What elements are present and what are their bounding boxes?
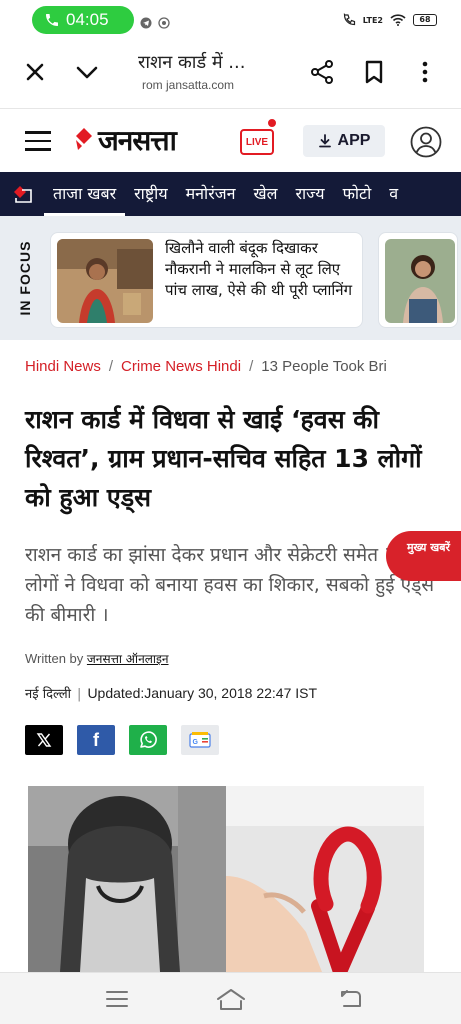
- more-vert-icon[interactable]: [412, 59, 438, 85]
- recent-apps-icon[interactable]: [104, 987, 130, 1011]
- phone-icon: [46, 14, 58, 26]
- in-focus-headline: खिलौने वाली बंदूक दिखाकर नौकरानी ने मालक…: [165, 239, 353, 299]
- article-image[interactable]: [28, 786, 424, 972]
- close-icon[interactable]: [22, 59, 48, 85]
- share-facebook-button[interactable]: f: [77, 725, 115, 755]
- live-button[interactable]: LIVE: [240, 129, 274, 155]
- logo-mark-icon: [76, 128, 92, 150]
- google-news-button[interactable]: G: [181, 725, 219, 755]
- share-row: f G: [25, 725, 219, 755]
- nav-item-photos[interactable]: फोटो: [334, 172, 381, 216]
- x-logo-icon: [36, 733, 52, 747]
- status-bar: 04:05 LTE2 68: [0, 0, 461, 42]
- call-time: 04:05: [66, 10, 109, 29]
- download-icon: [318, 134, 331, 148]
- dateline-separator: |: [77, 687, 82, 702]
- top-news-tab[interactable]: मुख्य खबरें: [386, 531, 461, 581]
- in-focus-section: IN FOCUS खिलौने वाली बंदूक दिखाकर नौकरान…: [0, 216, 461, 340]
- in-focus-thumbnail: [57, 239, 153, 323]
- nav-item-latest[interactable]: ताजा खबर: [44, 172, 126, 216]
- in-focus-card[interactable]: खिलौने वाली बंदूक दिखाकर नौकरानी ने मालक…: [50, 232, 363, 328]
- article-summary: राशन कार्ड का झांसा देकर प्रधान और सेक्र…: [25, 544, 435, 626]
- nav-home[interactable]: [0, 172, 44, 216]
- dateline-updated: Updated:January 30, 2018 22:47 IST: [87, 685, 318, 701]
- nav-item-national[interactable]: राष्ट्रीय: [125, 172, 176, 216]
- browser-url[interactable]: rom jansatta.com: [142, 78, 234, 92]
- in-focus-card-next[interactable]: [378, 232, 458, 328]
- breadcrumb-crime-news[interactable]: Crime News Hindi: [121, 358, 241, 375]
- site-header: जनसत्ता LIVE APP: [0, 108, 461, 172]
- app-label: APP: [337, 132, 371, 149]
- nav-item-sports[interactable]: खेल: [245, 172, 287, 216]
- nav-item-entertainment[interactable]: मनोरंजन: [177, 172, 245, 216]
- chevron-down-icon[interactable]: [74, 59, 100, 85]
- google-news-glyph: G: [193, 739, 199, 746]
- ongoing-call-pill[interactable]: 04:05: [32, 6, 134, 34]
- share-x-button[interactable]: [25, 725, 63, 755]
- live-indicator-dot: [266, 117, 278, 129]
- status-right-group: LTE2 68: [342, 13, 437, 27]
- article-byline: Written by जनसत्ता ऑनलाइन: [25, 650, 169, 667]
- category-nav: ताजा खबर राष्ट्रीय मनोरंजन खेल राज्य फोट…: [0, 172, 461, 216]
- article-dateline: नई दिल्ली | Updated:January 30, 2018 22:47…: [25, 684, 317, 702]
- system-navigation-bar: [0, 972, 461, 1024]
- menu-icon[interactable]: [25, 131, 51, 151]
- article-headline: राशन कार्ड में विधवा से खाई ‘हवस की रिश्…: [25, 405, 422, 512]
- home-icon[interactable]: [216, 987, 246, 1011]
- network-type: LTE2: [362, 15, 383, 25]
- google-news-icon: G: [189, 732, 211, 748]
- breadcrumb-separator: /: [249, 358, 254, 375]
- breadcrumb: Hindi News / Crime News Hindi / 13 People To…: [25, 358, 461, 375]
- battery-indicator: 68: [413, 14, 437, 26]
- telegram-icon: [140, 17, 152, 29]
- whatsapp-icon: [140, 731, 157, 748]
- share-icon[interactable]: [309, 59, 335, 85]
- bookmark-icon[interactable]: [361, 59, 387, 85]
- browser-page-title[interactable]: राशन कार्ड में ...: [138, 50, 245, 74]
- browser-toolbar: राशन कार्ड में ... rom jansatta.com: [0, 42, 461, 104]
- home-logo-icon: [14, 186, 32, 203]
- byline-author[interactable]: जनसत्ता ऑनलाइन: [87, 652, 169, 666]
- in-focus-thumbnail-next: [385, 239, 455, 323]
- in-focus-label: IN FOCUS: [17, 240, 33, 316]
- user-icon[interactable]: [410, 126, 442, 158]
- nav-item-more[interactable]: व: [380, 172, 407, 216]
- whatsapp-status-icon: [158, 17, 170, 29]
- app-download-button[interactable]: APP: [303, 125, 385, 157]
- breadcrumb-hindi-news[interactable]: Hindi News: [25, 358, 101, 375]
- breadcrumb-separator: /: [108, 358, 114, 375]
- site-logo[interactable]: जनसत्ता: [72, 121, 177, 159]
- breadcrumb-current: 13 People Took Bri: [261, 358, 387, 375]
- logo-text: जनसत्ता: [98, 124, 177, 157]
- nav-item-states[interactable]: राज्य: [286, 172, 333, 216]
- byline-prefix: Written by: [25, 651, 84, 666]
- call-forward-icon: [343, 13, 355, 26]
- dateline-place: नई दिल्ली: [25, 687, 72, 702]
- back-icon[interactable]: [338, 987, 364, 1011]
- share-whatsapp-button[interactable]: [129, 725, 167, 755]
- wifi-icon: [390, 14, 406, 26]
